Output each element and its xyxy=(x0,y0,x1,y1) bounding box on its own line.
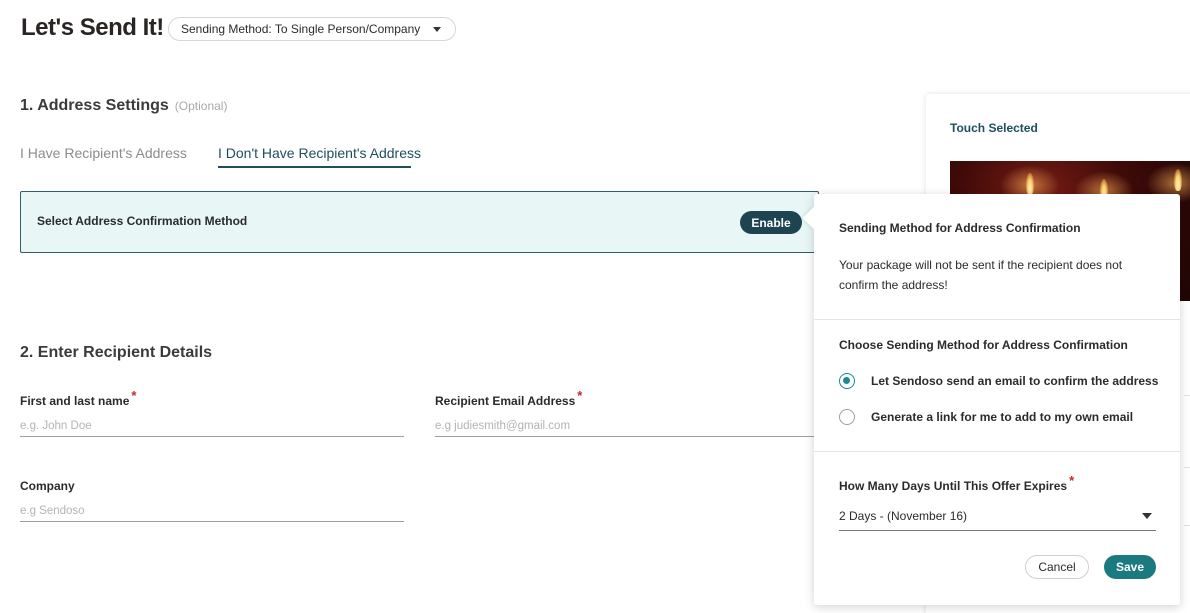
radio-button[interactable] xyxy=(839,409,855,425)
divider xyxy=(814,451,1180,452)
radio-generate-link[interactable]: Generate a link for me to add to my own … xyxy=(839,409,1133,425)
tab-have-address[interactable]: I Have Recipient's Address xyxy=(20,145,187,161)
company-input[interactable] xyxy=(20,500,404,522)
optional-label: (Optional) xyxy=(174,99,228,113)
email-input[interactable] xyxy=(435,415,815,437)
expire-days-dropdown[interactable]: 2 Days - (November 16) xyxy=(839,501,1156,531)
caret-down-icon xyxy=(433,27,441,32)
active-tab-indicator xyxy=(218,166,411,168)
sending-method-dropdown[interactable]: Sending Method: To Single Person/Company xyxy=(168,17,456,41)
divider xyxy=(1184,467,1190,468)
tab-no-address[interactable]: I Don't Have Recipient's Address xyxy=(218,145,421,161)
save-button[interactable]: Save xyxy=(1104,555,1156,579)
required-mark: * xyxy=(1069,473,1075,488)
name-label-text: First and last name xyxy=(20,394,130,408)
caret-down-icon xyxy=(1142,513,1152,519)
confirmation-method-label: Select Address Confirmation Method xyxy=(37,214,248,228)
enable-button[interactable]: Enable xyxy=(740,211,802,234)
name-input[interactable] xyxy=(20,415,404,437)
choose-method-label: Choose Sending Method for Address Confir… xyxy=(839,338,1128,352)
divider xyxy=(1184,395,1190,396)
popover-warning-note: Your package will not be sent if the rec… xyxy=(839,258,1123,292)
name-label: First and last name * xyxy=(20,388,136,408)
page-title: Let's Send It! xyxy=(21,14,164,41)
divider xyxy=(814,319,1180,320)
radio-option-label: Generate a link for me to add to my own … xyxy=(871,410,1134,424)
address-confirmation-popover: Sending Method for Address Confirmation … xyxy=(802,194,1180,605)
expire-days-value: 2 Days - (November 16) xyxy=(839,508,968,523)
required-mark: * xyxy=(131,388,137,403)
required-mark: * xyxy=(577,388,583,403)
address-settings-heading: 1. Address Settings (Optional) xyxy=(20,97,227,115)
cancel-button[interactable]: Cancel xyxy=(1025,555,1089,579)
touch-selected-label: Touch Selected xyxy=(950,121,1038,135)
candle-flame-icon xyxy=(1026,173,1034,195)
expire-label: How Many Days Until This Offer Expires * xyxy=(839,473,1074,493)
email-label-text: Recipient Email Address xyxy=(435,394,576,408)
divider xyxy=(1184,525,1190,526)
address-settings-title: 1. Address Settings xyxy=(20,97,169,114)
candle-flame-icon xyxy=(1174,169,1182,191)
company-label: Company xyxy=(20,479,75,493)
email-label: Recipient Email Address * xyxy=(435,388,582,408)
recipient-details-heading: 2. Enter Recipient Details xyxy=(20,344,213,361)
radio-option-label: Let Sendoso send an email to confirm the… xyxy=(871,374,1159,388)
radio-button-selected[interactable] xyxy=(839,373,855,389)
expire-label-text: How Many Days Until This Offer Expires xyxy=(839,479,1068,493)
address-confirmation-box: Select Address Confirmation Method Enabl… xyxy=(20,191,819,253)
popover-title: Sending Method for Address Confirmation xyxy=(839,221,1081,235)
sending-method-label: Sending Method: To Single Person/Company xyxy=(181,22,421,36)
radio-sendoso-email[interactable]: Let Sendoso send an email to confirm the… xyxy=(839,373,1158,389)
